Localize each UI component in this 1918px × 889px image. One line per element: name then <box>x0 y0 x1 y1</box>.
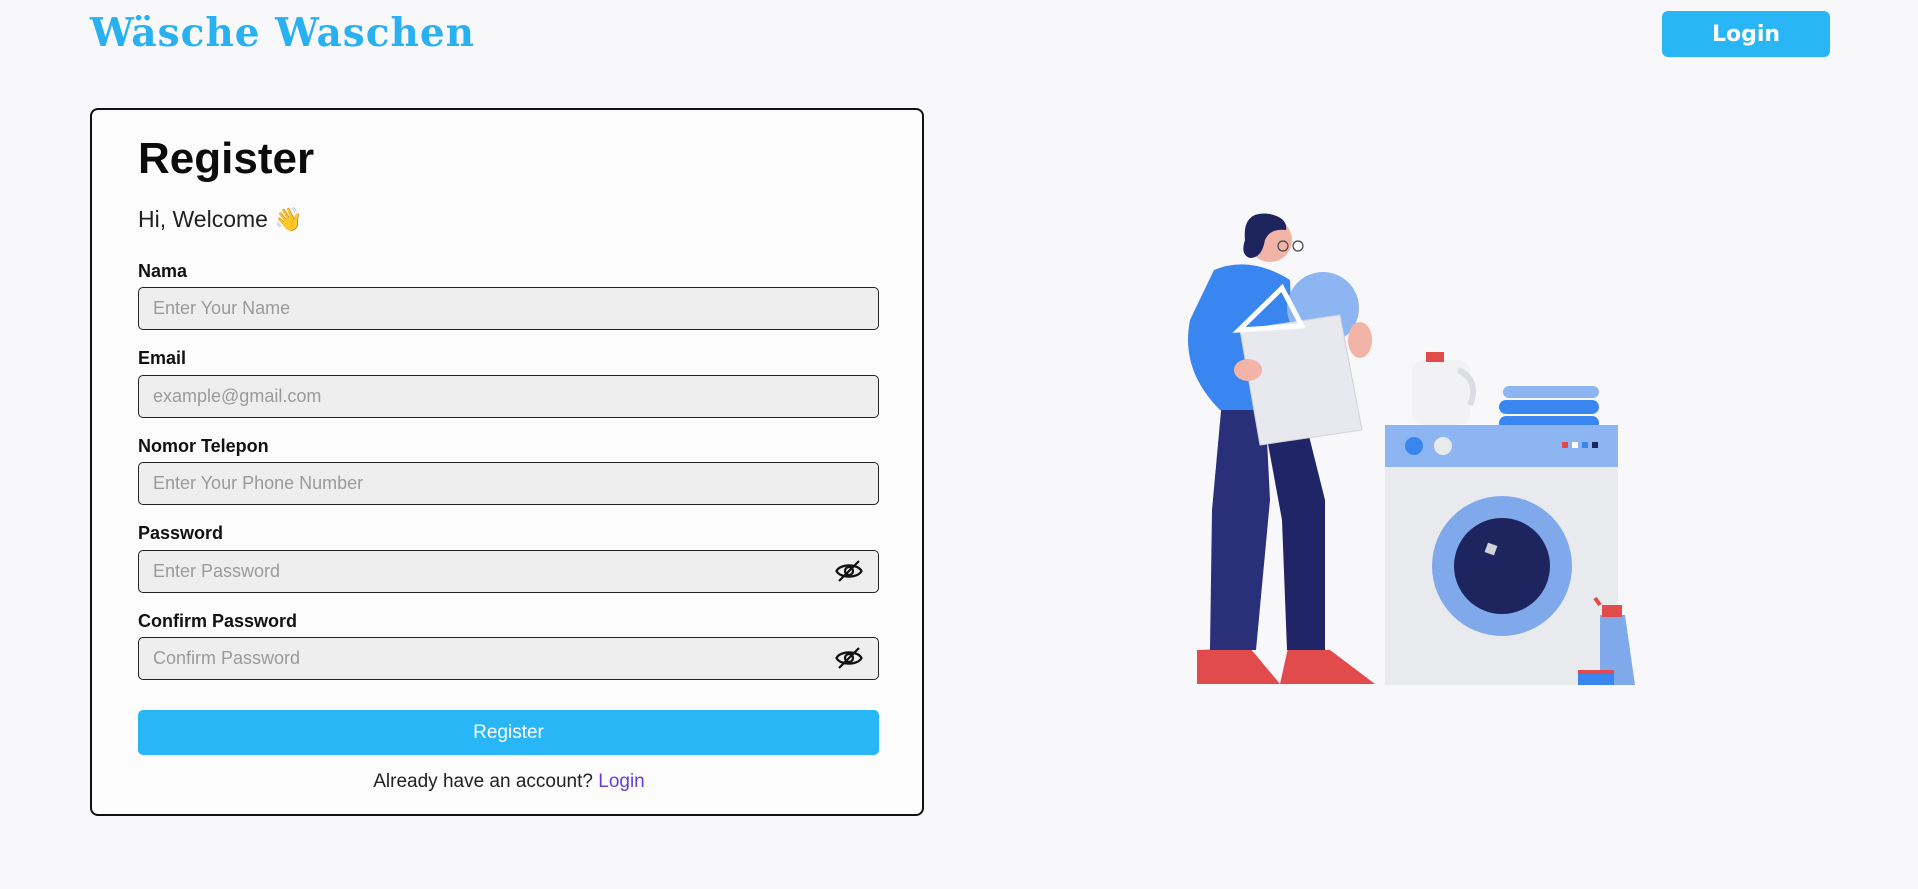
confirm-password-label: Confirm Password <box>138 611 298 631</box>
login-link[interactable]: Login <box>598 771 645 792</box>
login-prompt: Already have an account? Login <box>92 771 926 793</box>
name-label: Nama <box>138 261 188 281</box>
brand-logo: Wäsche Waschen <box>90 10 476 56</box>
header-login-button[interactable]: Login <box>1662 11 1830 57</box>
password-input[interactable] <box>138 550 879 593</box>
email-label: Email <box>138 348 187 368</box>
phone-label: Nomor Telepon <box>138 436 269 456</box>
page-title: Register <box>138 134 315 183</box>
email-input[interactable] <box>138 375 879 418</box>
login-prompt-text: Already have an account? <box>373 771 593 792</box>
eye-slash-icon[interactable] <box>834 556 864 586</box>
laundry-illustration <box>1188 213 1635 685</box>
eye-slash-icon[interactable] <box>834 643 864 673</box>
confirm-password-input[interactable] <box>138 637 879 680</box>
phone-input[interactable] <box>138 462 879 505</box>
welcome-text: Hi, Welcome 👋 <box>138 206 303 232</box>
name-input[interactable] <box>138 287 879 330</box>
password-label: Password <box>138 523 224 543</box>
register-button[interactable]: Register <box>138 710 879 755</box>
register-card: Register Hi, Welcome 👋 Nama Email Nomor … <box>90 108 924 816</box>
